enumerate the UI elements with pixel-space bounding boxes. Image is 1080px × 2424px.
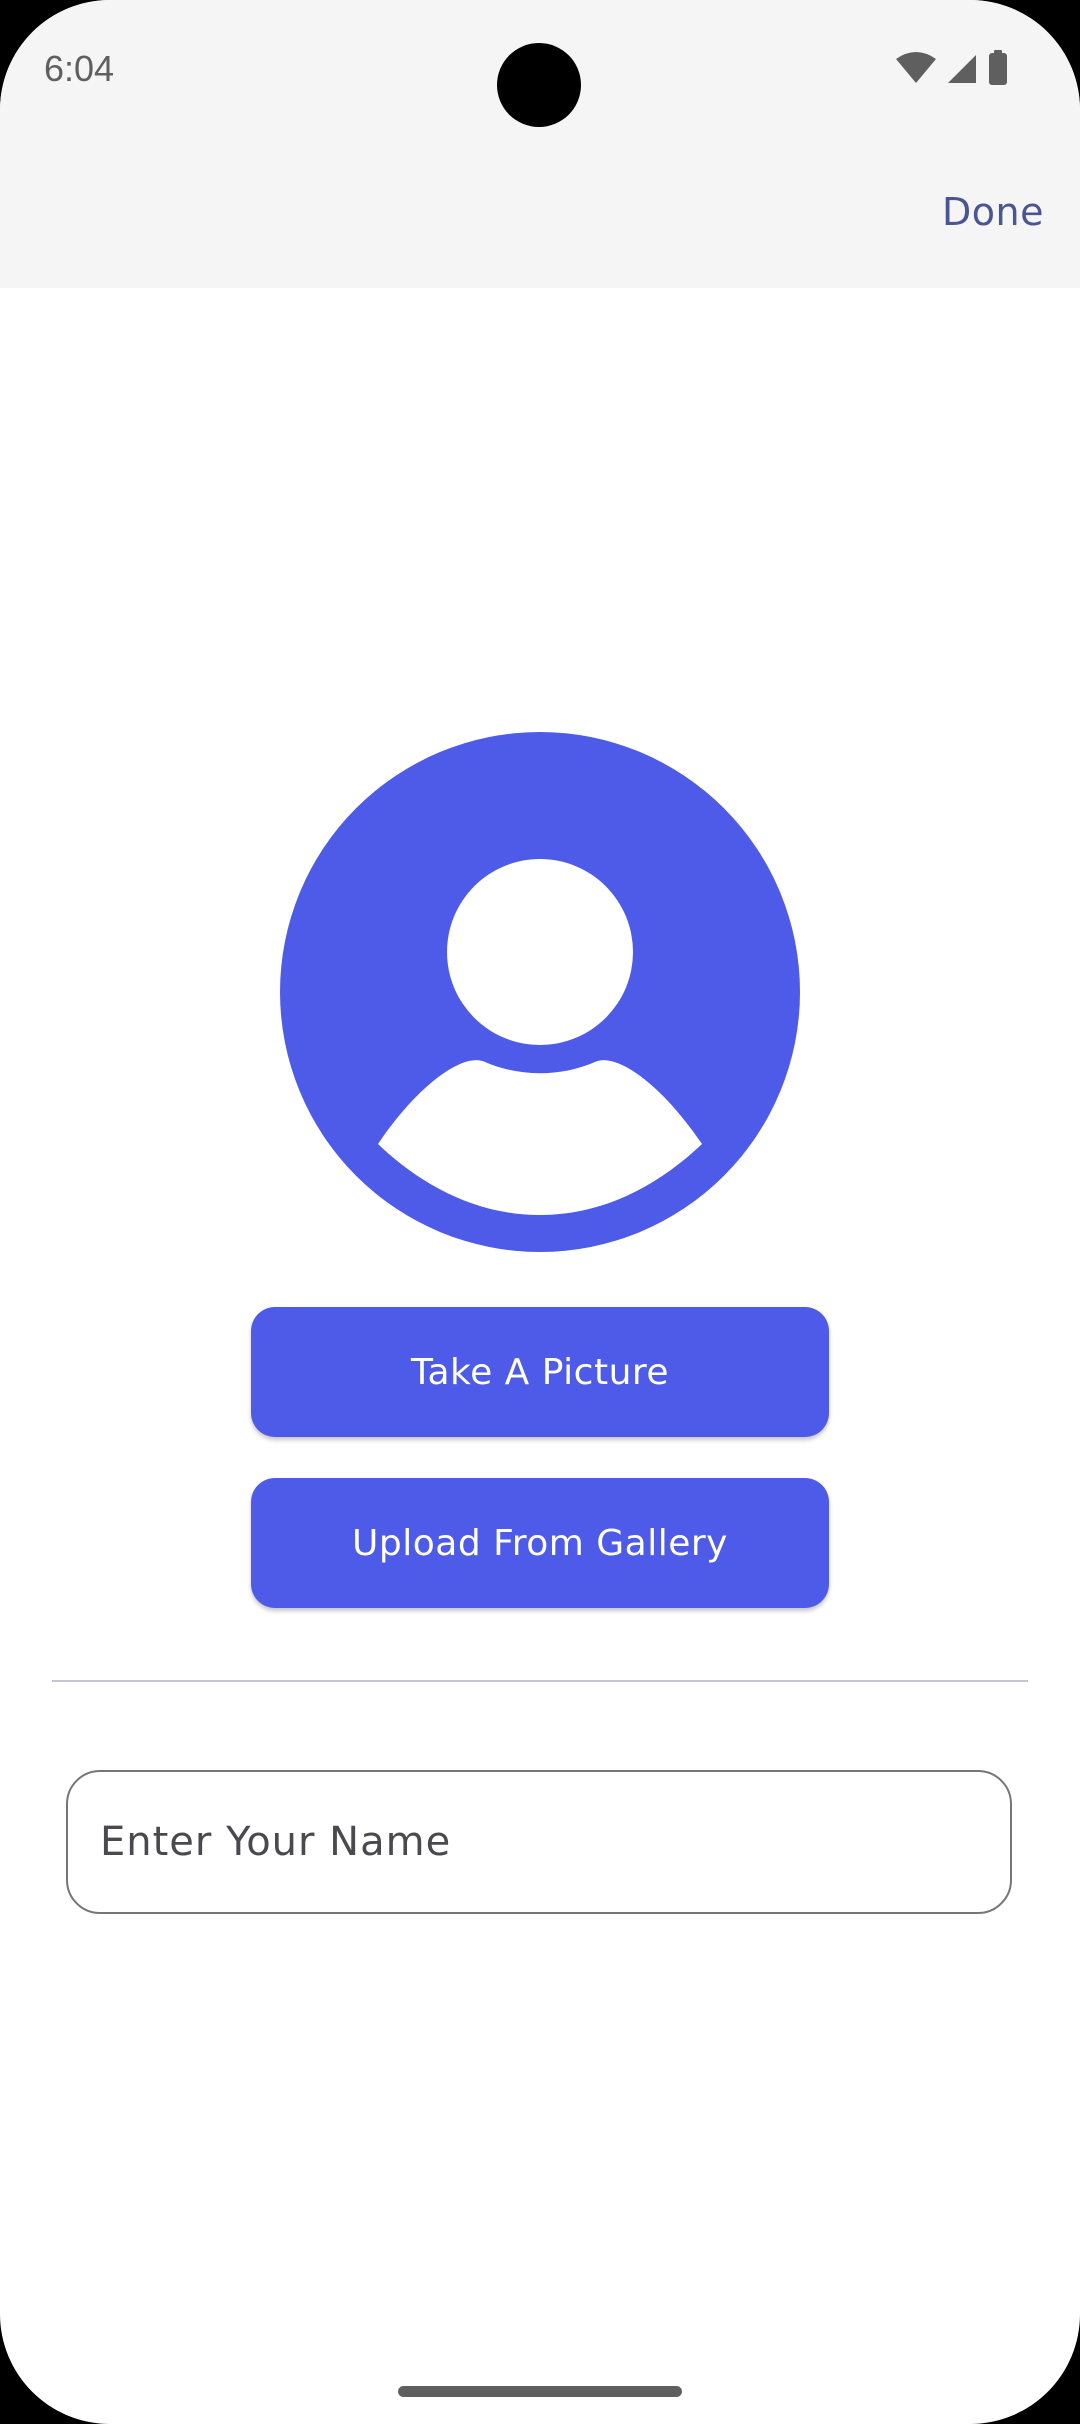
- screen: 6:04 Done Take A Picture Upload From Gal…: [0, 0, 1080, 2424]
- status-icons: [896, 50, 1008, 86]
- upload-from-gallery-button[interactable]: Upload From Gallery: [251, 1478, 829, 1608]
- take-picture-label: Take A Picture: [410, 1351, 670, 1393]
- done-button[interactable]: Done: [942, 190, 1044, 234]
- app-bar: 6:04 Done: [0, 0, 1080, 288]
- camera-cutout: [497, 43, 581, 127]
- cell-signal-icon: [946, 51, 978, 85]
- name-input[interactable]: [98, 1818, 1010, 1866]
- name-field[interactable]: [66, 1770, 1012, 1914]
- home-indicator[interactable]: [398, 2386, 682, 2397]
- battery-icon: [988, 50, 1008, 86]
- take-picture-button[interactable]: Take A Picture: [251, 1307, 829, 1437]
- wifi-icon: [896, 51, 936, 85]
- person-avatar-icon: [280, 732, 800, 1252]
- profile-avatar[interactable]: [280, 732, 800, 1252]
- status-time: 6:04: [44, 48, 115, 89]
- upload-from-gallery-label: Upload From Gallery: [352, 1522, 728, 1564]
- divider: [52, 1680, 1028, 1682]
